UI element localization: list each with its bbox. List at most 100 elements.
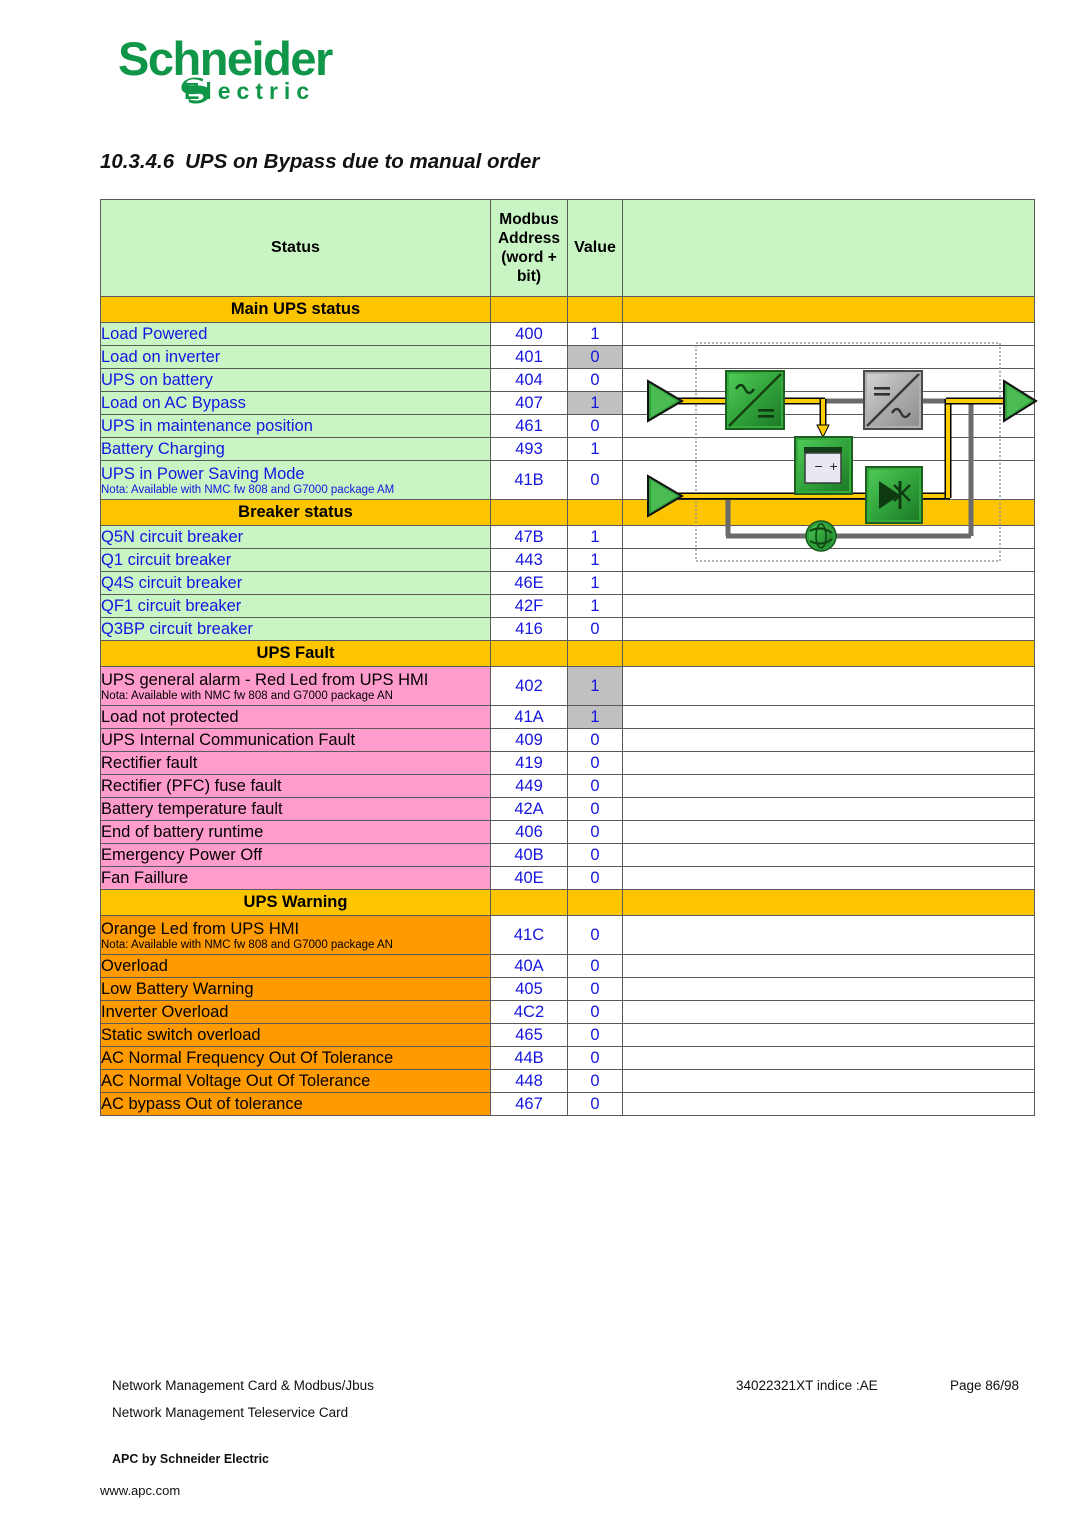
modbus-address-cell: 461 [490,414,568,438]
status-label: Low Battery Warning [101,979,254,998]
header-diagram-blank [622,199,1035,297]
modbus-address-cell: 44B [490,1046,568,1070]
status-label: Emergency Power Off [101,845,263,864]
header-status: Status [100,199,491,297]
modbus-address-cell: 42A [490,797,568,821]
modbus-address-cell: 42F [490,594,568,618]
status-label-cell: AC Normal Voltage Out Of Tolerance [100,1069,491,1093]
page-title-text: UPS on Bypass due to manual order [185,150,540,173]
diagram-cell [622,1069,1035,1093]
section-band-value [567,640,623,667]
section-band-value [567,889,623,916]
value-cell: 0 [567,1000,623,1024]
status-label-cell: Rectifier (PFC) fuse fault [100,774,491,798]
table-row: Orange Led from UPS HMI Nota: Available w… [100,915,1035,955]
value-cell: 1 [567,437,623,461]
diagram-cell [622,843,1035,867]
diagram-cell [622,594,1035,618]
status-label-cell: Inverter Overload [100,1000,491,1024]
status-note: Nota: Available with NMC fw 808 and G700… [101,938,393,951]
status-label: UPS Internal Communication Fault [101,730,356,749]
header-addr-l4: bit) [516,268,542,285]
table-row: UPS in Power Saving Mode Nota: Available … [100,460,1035,500]
table-row: UPS general alarm - Red Led from UPS HMI… [100,666,1035,706]
header-addr-l2: Address [497,230,561,247]
footer-doc-title-2: Network Management Teleservice Card [112,1405,349,1420]
section-band-row: UPS Fault [100,640,1035,667]
value-cell: 0 [567,1092,623,1116]
diagram-cell [622,391,1035,415]
status-label: AC Normal Voltage Out Of Tolerance [101,1071,371,1090]
value-cell: 0 [567,1069,623,1093]
status-label: Rectifier fault [101,753,198,772]
status-label: End of battery runtime [101,822,264,841]
value-cell: 0 [567,843,623,867]
status-label-cell: Static switch overload [100,1023,491,1047]
table-header: Status Modbus Address (word + bit) Value [100,199,1035,297]
table-row: Rectifier fault 419 0 [100,751,1035,775]
status-label-cell: UPS on battery [100,368,491,392]
status-label-cell: Rectifier fault [100,751,491,775]
value-cell: 0 [567,751,623,775]
section-band-diagram [622,889,1035,916]
table-row: AC Normal Voltage Out Of Tolerance 448 0 [100,1069,1035,1093]
table-row: AC Normal Frequency Out Of Tolerance 44B 0 [100,1046,1035,1070]
modbus-address-cell: 407 [490,391,568,415]
table-row: UPS on battery 404 0 [100,368,1035,392]
status-label-cell: UPS in Power Saving Mode Nota: Available … [100,460,491,500]
footer-company: APC by Schneider Electric [112,1452,270,1466]
table-row: Q4S circuit breaker 46E 1 [100,571,1035,595]
table-row: AC bypass Out of tolerance 467 0 [100,1092,1035,1116]
status-label: Rectifier (PFC) fuse fault [101,776,282,795]
status-label: UPS in maintenance position [101,416,313,435]
section-band-diagram [622,499,1035,526]
section-title: UPS Fault [100,640,491,667]
status-label: UPS general alarm - Red Led from UPS HMI [101,670,429,689]
modbus-address-cell: 40B [490,843,568,867]
modbus-address-cell: 467 [490,1092,568,1116]
status-label: Battery temperature fault [101,799,283,818]
status-label-cell: Q1 circuit breaker [100,548,491,572]
status-label-cell: Load not protected [100,705,491,729]
footer-page-number: Page 86/98 [950,1378,1020,1393]
value-cell: 0 [567,414,623,438]
status-label-cell: UPS general alarm - Red Led from UPS HMI… [100,666,491,706]
modbus-address-cell: 41A [490,705,568,729]
table-row: Fan Faillure 40E 0 [100,866,1035,890]
header-addr-l3: (word + [501,249,557,266]
modbus-address-cell: 46E [490,571,568,595]
modbus-address-cell: 406 [490,820,568,844]
table-row: Load Powered 400 1 [100,322,1035,346]
logo-sub-text: Electric [184,78,316,104]
status-label-cell: Battery Charging [100,437,491,461]
status-label: Orange Led from UPS HMI [101,919,300,938]
logo-brand-text: Schneider [118,32,333,85]
value-cell: 0 [567,368,623,392]
status-label-cell: Load on AC Bypass [100,391,491,415]
value-cell: 0 [567,954,623,978]
table-row: Load on AC Bypass 407 1 [100,391,1035,415]
value-cell: 1 [567,705,623,729]
value-cell: 0 [567,1046,623,1070]
table-row: Overload 40A 0 [100,954,1035,978]
section-band-addr [490,889,568,916]
status-label: Load not protected [101,707,239,726]
value-cell: 0 [567,617,623,641]
table-row: Q5N circuit breaker 47B 1 [100,525,1035,549]
diagram-cell [622,322,1035,346]
diagram-cell [622,705,1035,729]
diagram-cell [622,954,1035,978]
diagram-cell [622,571,1035,595]
section-band-row: UPS Warning [100,889,1035,916]
status-label-cell: Orange Led from UPS HMI Nota: Available w… [100,915,491,955]
status-label-cell: AC bypass Out of tolerance [100,1092,491,1116]
value-cell: 1 [567,548,623,572]
modbus-address-cell: 448 [490,1069,568,1093]
section-band-value [567,296,623,323]
section-title: Breaker status [100,499,491,526]
modbus-address-cell: 404 [490,368,568,392]
status-label: Inverter Overload [101,1002,229,1021]
diagram-cell [622,548,1035,572]
modbus-address-cell: 449 [490,774,568,798]
footer-url[interactable]: www.apc.com [100,1483,180,1498]
